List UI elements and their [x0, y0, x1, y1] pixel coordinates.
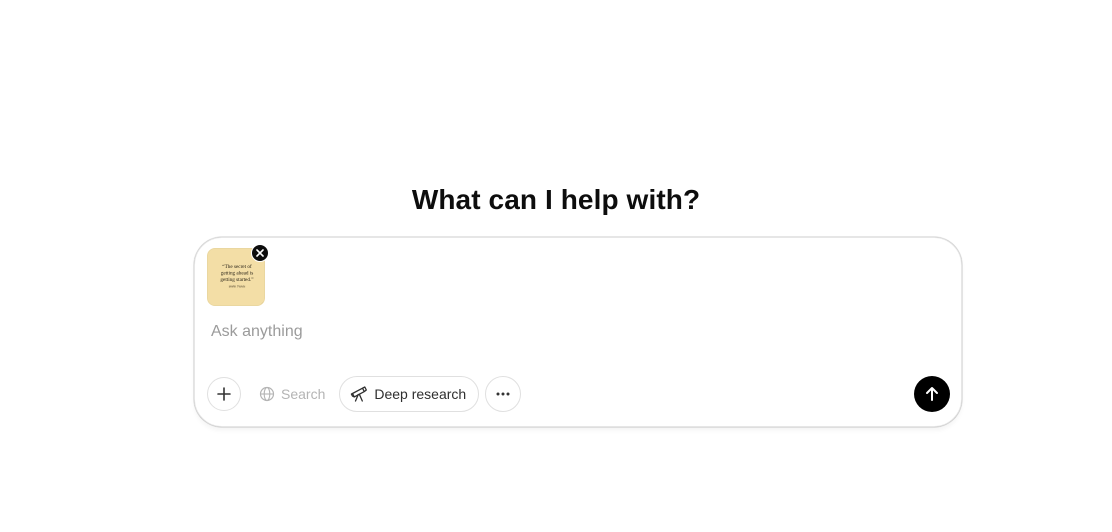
remove-attachment-button[interactable]: [251, 244, 269, 262]
quote-line-2: getting ahead is: [221, 271, 254, 277]
arrow-up-icon: [926, 387, 938, 401]
more-horizontal-icon: [496, 392, 510, 396]
search-label: Search: [281, 386, 326, 402]
page: What can I help with? “The secret of get…: [0, 0, 1112, 532]
composer-toolbar: Search Deep research: [207, 376, 522, 412]
telescope-icon: [351, 386, 368, 402]
deep-research-label: Deep research: [374, 386, 467, 402]
search-button[interactable]: Search: [251, 377, 333, 411]
deep-research-button[interactable]: Deep research: [339, 376, 480, 412]
close-icon: [256, 249, 264, 257]
page-title: What can I help with?: [411, 184, 701, 215]
more-tools-button[interactable]: [485, 376, 522, 412]
prompt-input[interactable]: [211, 320, 931, 344]
add-attachment-button[interactable]: [207, 377, 241, 411]
quote-line-3: getting started.”: [220, 277, 254, 283]
send-button[interactable]: [914, 376, 950, 412]
globe-icon: [259, 386, 275, 402]
plus-icon: [217, 387, 231, 401]
prompt-composer: “The secret of getting ahead is getting …: [194, 237, 962, 427]
quote-author: MARK TWAIN: [229, 285, 246, 289]
image-attachment[interactable]: “The secret of getting ahead is getting …: [207, 244, 269, 306]
quote-line-1: “The secret of: [222, 263, 252, 270]
